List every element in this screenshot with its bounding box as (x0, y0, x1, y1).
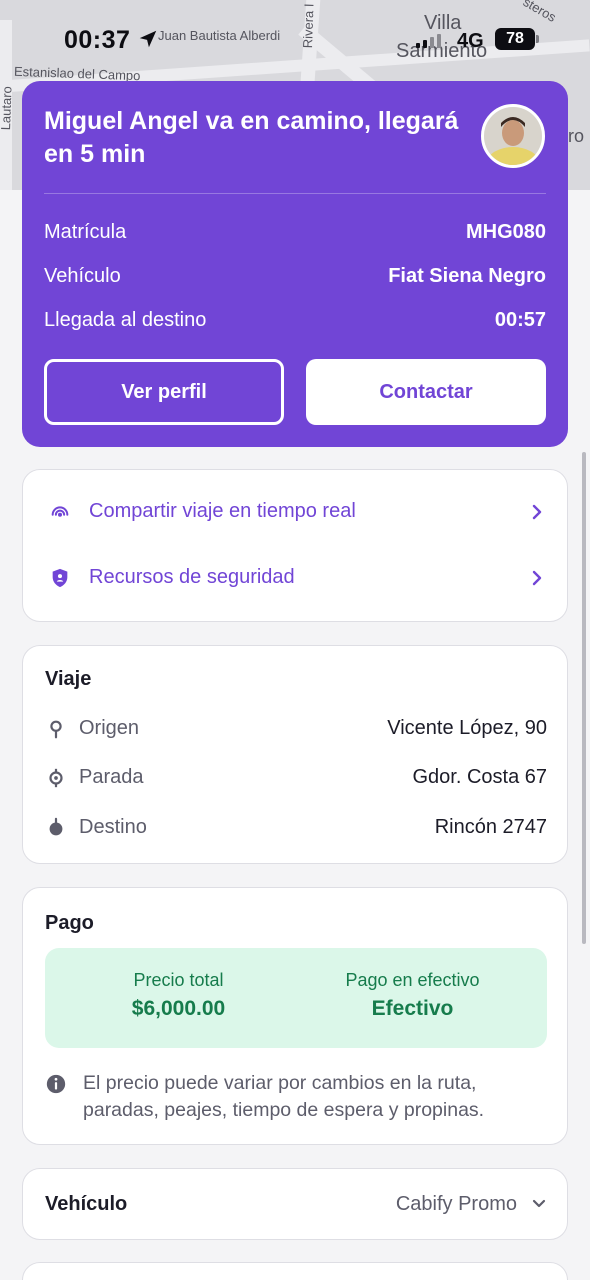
plate-row: Matrícula MHG080 (44, 221, 546, 244)
arrival-row: Llegada al destino 00:57 (44, 309, 546, 332)
plate-value: MHG080 (465, 221, 546, 243)
shield-icon (52, 568, 68, 587)
status-bar: 00:37 4G 78 (0, 0, 590, 80)
driver-eta-title: Miguel Angel va en camino, llegará en 5 … (44, 107, 459, 168)
vehicle-selector[interactable]: Vehículo Cabify Promo (45, 1169, 547, 1239)
vehicle-value: Fiat Siena Negro (388, 265, 546, 287)
price-disclaimer: El precio puede variar por cambios en la… (45, 1070, 547, 1124)
view-profile-button[interactable]: Ver perfil (44, 359, 284, 425)
driver-photo-icon (484, 107, 542, 165)
total-price: Precio total $6,000.00 (53, 970, 304, 1021)
network-type: 4G (457, 30, 484, 52)
safety-card: Compartir viaje en tiempo real Recursos … (22, 469, 568, 622)
stop-value: Gdor. Costa 67 (412, 766, 547, 788)
scrollbar[interactable] (582, 452, 586, 944)
info-icon (46, 1074, 66, 1094)
trip-card: Viaje Origen Vicente López, 90 Parada Gd… (22, 645, 568, 864)
arrival-value: 00:57 (494, 309, 546, 331)
origin-label: Origen (79, 717, 140, 739)
contact-button[interactable]: Contactar (306, 359, 546, 425)
stop-label: Parada (79, 766, 144, 788)
location-arrow-icon (139, 30, 157, 48)
chevron-down-icon (532, 1199, 546, 1208)
trip-origin-row: Origen Vicente López, 90 (45, 717, 547, 740)
payment-card: Pago Precio total $6,000.00 Pago en efec… (22, 887, 568, 1145)
stop-pin-icon (49, 768, 63, 787)
origin-pin-icon (50, 720, 62, 738)
chevron-right-icon (532, 504, 542, 519)
driver-avatar[interactable] (481, 104, 545, 168)
total-price-value: $6,000.00 (131, 997, 226, 1020)
battery-icon: 78 (495, 28, 539, 50)
payment-method-label: Pago en efectivo (345, 970, 480, 990)
driver-card: Miguel Angel va en camino, llegará en 5 … (22, 81, 568, 447)
safety-resources-label: Recursos de seguridad (89, 566, 295, 588)
payment-summary: Precio total $6,000.00 Pago en efectivo … (45, 948, 547, 1048)
vehicle-selector-value: Cabify Promo (395, 1192, 517, 1215)
trip-stop-row: Parada Gdor. Costa 67 (45, 766, 547, 789)
chevron-right-icon (532, 570, 542, 585)
trip-title: Viaje (45, 668, 92, 690)
share-trip-label: Compartir viaje en tiempo real (89, 500, 356, 522)
status-time: 00:37 (64, 26, 131, 54)
price-disclaimer-text: El precio puede variar por cambios en la… (83, 1072, 485, 1121)
vehicle-selector-title: Vehículo (45, 1192, 128, 1215)
origin-value: Vicente López, 90 (387, 717, 547, 739)
plate-label: Matrícula (44, 221, 127, 243)
payment-method-value: Efectivo (371, 997, 454, 1020)
arrival-label: Llegada al destino (44, 309, 207, 331)
vehicle-label: Vehículo (44, 265, 121, 287)
payment-method: Pago en efectivo Efectivo (287, 970, 538, 1021)
broadcast-icon (51, 505, 69, 517)
total-price-label: Precio total (133, 970, 224, 990)
payment-title: Pago (45, 912, 94, 934)
divider (44, 193, 546, 194)
vehicle-row: Vehículo Fiat Siena Negro (44, 265, 546, 288)
battery-level: 78 (506, 30, 524, 47)
map-street-label: ro (568, 126, 585, 146)
share-trip-link[interactable]: Compartir viaje en tiempo real (49, 500, 545, 523)
destination-pin-icon (49, 817, 63, 835)
map-street-label: Lautaro (0, 85, 15, 131)
signal-icon (416, 34, 441, 48)
destination-label: Destino (79, 816, 147, 838)
destination-value: Rincón 2747 (434, 816, 547, 838)
safety-resources-link[interactable]: Recursos de seguridad (49, 566, 545, 589)
trip-destination-row: Destino Rincón 2747 (45, 816, 547, 839)
vehicle-selector-card[interactable]: Vehículo Cabify Promo (22, 1168, 568, 1240)
next-card (22, 1262, 568, 1280)
